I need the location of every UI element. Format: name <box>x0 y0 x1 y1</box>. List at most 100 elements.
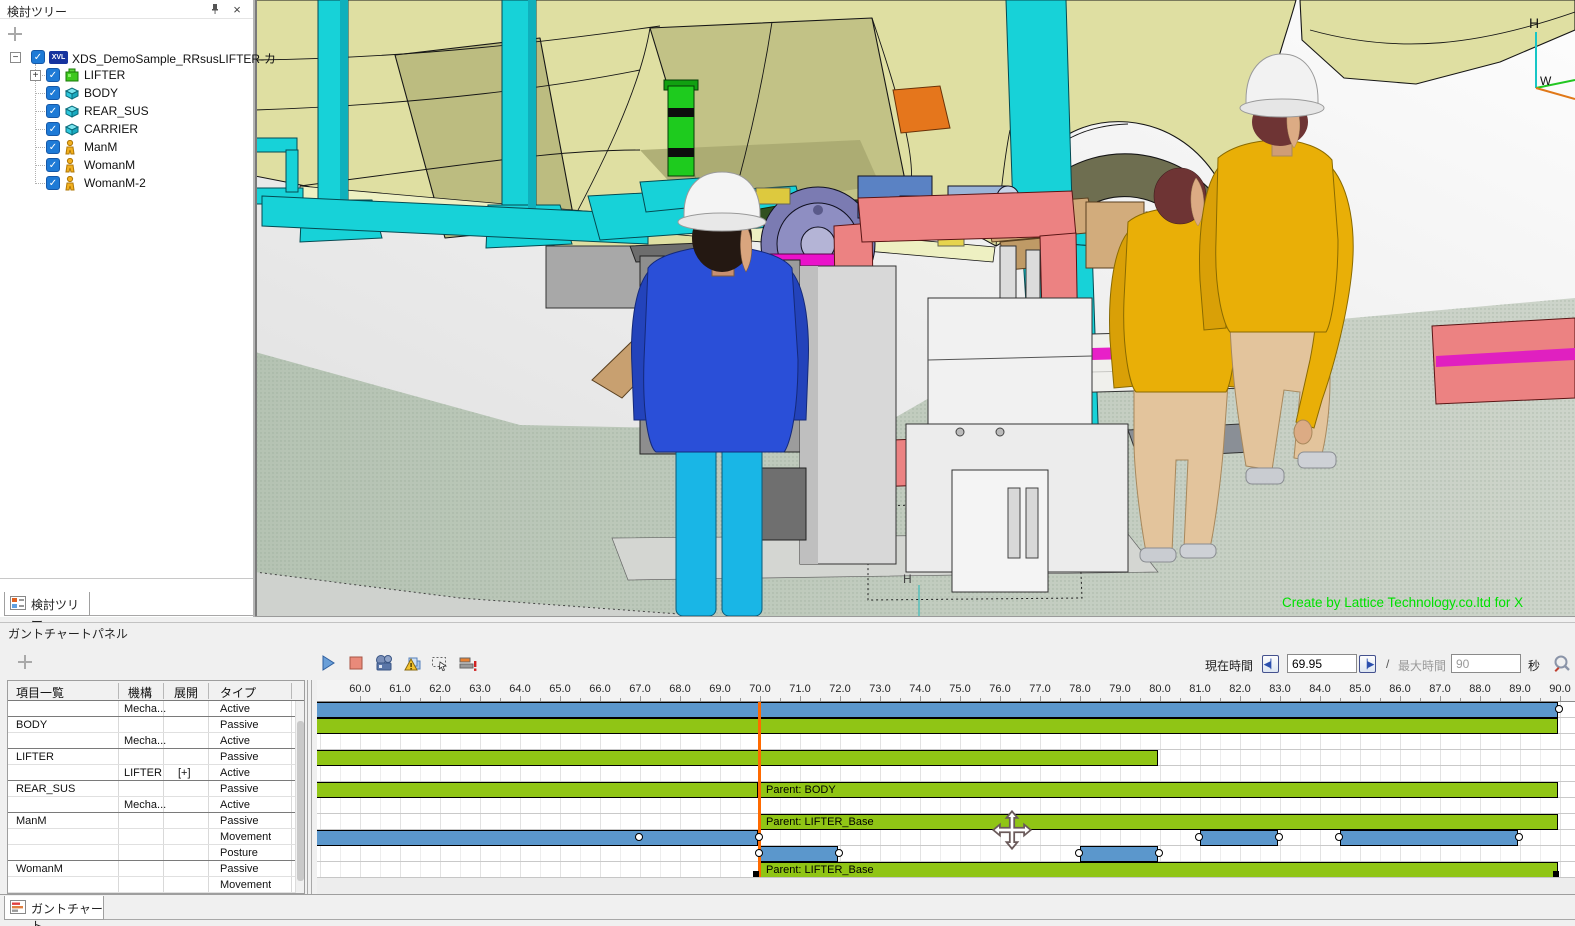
gantt-row[interactable]: Parent: LIFTER_Base <box>317 862 1575 877</box>
magnifier-icon[interactable] <box>1552 654 1572 677</box>
tree-add-button[interactable] <box>7 26 23 42</box>
close-icon[interactable]: × <box>230 3 244 17</box>
ruler-tick <box>1040 696 1041 701</box>
waypoint-handle[interactable] <box>635 833 643 841</box>
ruler-label: 82.0 <box>1219 683 1261 695</box>
gantt-row[interactable] <box>317 702 1575 718</box>
export-warning-icon[interactable] <box>402 653 424 673</box>
gantt-bar-green[interactable]: Parent: BODY <box>760 782 1558 798</box>
waypoint-handle[interactable] <box>755 849 763 857</box>
step-back-button[interactable]: ◀▏ <box>1262 655 1279 673</box>
table-row[interactable]: Mecha...Active <box>8 733 304 749</box>
waypoint-handle[interactable] <box>835 849 843 857</box>
gantt-bar-blue[interactable] <box>760 846 838 862</box>
checkbox-womanm-2[interactable]: ✓ <box>46 176 60 190</box>
gantt-bar-blue[interactable] <box>317 702 1558 718</box>
waypoint-handle[interactable] <box>1195 833 1203 841</box>
table-row[interactable]: Mecha...Active <box>8 797 304 813</box>
ruler-tick <box>1120 696 1121 701</box>
ruler-tick <box>1220 698 1221 701</box>
gantt-bar-blue[interactable] <box>317 830 758 846</box>
tree-item-lifter[interactable]: +✓LIFTER <box>0 66 253 84</box>
waypoint-handle[interactable] <box>1275 833 1283 841</box>
gantt-row[interactable] <box>317 798 1575 814</box>
gantt-bar-blue[interactable] <box>1340 830 1518 846</box>
table-row[interactable]: WomanMPassive <box>8 861 304 877</box>
checkbox-lifter[interactable]: ✓ <box>46 68 60 82</box>
tree-item-womanm[interactable]: ✓WomanM <box>0 156 253 174</box>
waypoint-handle[interactable] <box>755 833 763 841</box>
gantt-row[interactable] <box>317 718 1575 734</box>
table-row[interactable]: ManMPassive <box>8 813 304 829</box>
3d-viewport[interactable]: H W H Create by Lattice Technology.co.lt… <box>255 0 1575 617</box>
ruler-tick <box>460 698 461 701</box>
stop-icon[interactable] <box>346 653 368 673</box>
table-vertical-scrollbar[interactable] <box>295 701 304 893</box>
ruler-tick <box>1140 698 1141 701</box>
priority-bars-icon[interactable] <box>458 653 480 673</box>
chart-horizontal-scrollbar[interactable] <box>317 877 1575 894</box>
gantt-chart-panel: ガントチャートパネル 現在時間 ◀▏ ▕▶ / 最大時間 秒 <box>0 618 1575 926</box>
waypoint-handle[interactable] <box>1075 849 1083 857</box>
gantt-bar-green[interactable] <box>317 782 758 798</box>
table-row[interactable]: LIFTERPassive <box>8 749 304 765</box>
gantt-row[interactable] <box>317 766 1575 782</box>
gantt-row[interactable] <box>317 750 1575 766</box>
gantt-row[interactable] <box>317 830 1575 846</box>
gantt-bar-green[interactable]: Parent: LIFTER_Base <box>760 862 1558 877</box>
table-row[interactable]: REAR_SUSPassive <box>8 781 304 797</box>
gantt-bar-green[interactable]: Parent: LIFTER_Base <box>760 814 1558 830</box>
pin-icon[interactable] <box>208 3 222 17</box>
checkbox-carrier[interactable]: ✓ <box>46 122 60 136</box>
expand-toggle[interactable]: + <box>30 70 41 81</box>
tree-item-rear_sus[interactable]: ✓REAR_SUS <box>0 102 253 120</box>
current-time-input[interactable] <box>1287 654 1357 673</box>
table-cell: Mecha... <box>124 799 166 811</box>
step-forward-button[interactable]: ▕▶ <box>1359 655 1376 673</box>
tree-item-carrier[interactable]: ✓CARRIER <box>0 120 253 138</box>
ruler-label: 72.0 <box>819 683 861 695</box>
gantt-row[interactable] <box>317 734 1575 750</box>
table-row[interactable]: Mecha...Active <box>8 701 304 717</box>
checkbox-manm[interactable]: ✓ <box>46 140 60 154</box>
range-select-icon[interactable] <box>430 653 452 673</box>
checkbox-body[interactable]: ✓ <box>46 86 60 100</box>
col-item-header: 項目一覧 <box>16 684 64 701</box>
checkbox-rear_sus[interactable]: ✓ <box>46 104 60 118</box>
table-row[interactable]: Movement <box>8 877 304 893</box>
table-row[interactable]: LIFTER[+]Active <box>8 765 304 781</box>
tree-separator <box>0 578 253 579</box>
gantt-bar-blue[interactable] <box>1080 846 1158 862</box>
waypoint-handle[interactable] <box>1555 705 1563 713</box>
ruler-label: 71.0 <box>779 683 821 695</box>
checkbox-womanm[interactable]: ✓ <box>46 158 60 172</box>
tree-item-manm[interactable]: ✓ManM <box>0 138 253 156</box>
tree-item-body[interactable]: ✓BODY <box>0 84 253 102</box>
gantt-bar-blue[interactable] <box>1200 830 1278 846</box>
waypoint-handle[interactable] <box>1155 849 1163 857</box>
gantt-chart-area[interactable]: 60.061.062.063.064.065.066.067.068.069.0… <box>317 680 1575 877</box>
table-chart-splitter[interactable] <box>307 680 308 894</box>
tree-item-womanm-2[interactable]: ✓WomanM-2 <box>0 174 253 192</box>
table-cell: Movement <box>220 831 271 843</box>
gantt-bar-green[interactable] <box>317 750 1158 766</box>
checkbox-root[interactable]: ✓ <box>31 50 45 64</box>
table-row[interactable]: BODYPassive <box>8 717 304 733</box>
tree-item-root[interactable]: −✓XVLXDS_DemoSample_RRsusLIFTER-カ <box>0 48 253 66</box>
play-icon[interactable] <box>318 653 340 673</box>
gantt-bar-green[interactable] <box>317 718 1558 734</box>
gantt-item-table[interactable]: 項目一覧 機構 展開 タイプ Mecha...ActiveBODYPassive… <box>7 680 305 894</box>
table-row[interactable]: Posture <box>8 845 304 861</box>
gantt-row[interactable]: Parent: BODY <box>317 782 1575 798</box>
waypoint-handle[interactable] <box>1515 833 1523 841</box>
collapse-toggle[interactable]: − <box>10 52 21 63</box>
gantt-add-button[interactable] <box>17 654 33 670</box>
gantt-row[interactable] <box>317 846 1575 862</box>
gantt-row[interactable]: Parent: LIFTER_Base <box>317 814 1575 830</box>
max-time-input[interactable] <box>1451 654 1521 673</box>
waypoint-handle[interactable] <box>1335 833 1343 841</box>
table-row[interactable]: Movement <box>8 829 304 845</box>
tab-gantt-chart[interactable]: ガントチャート <box>4 896 104 920</box>
tab-study-tree[interactable]: 検討ツリー <box>4 592 90 616</box>
record-movie-icon[interactable] <box>374 653 396 673</box>
